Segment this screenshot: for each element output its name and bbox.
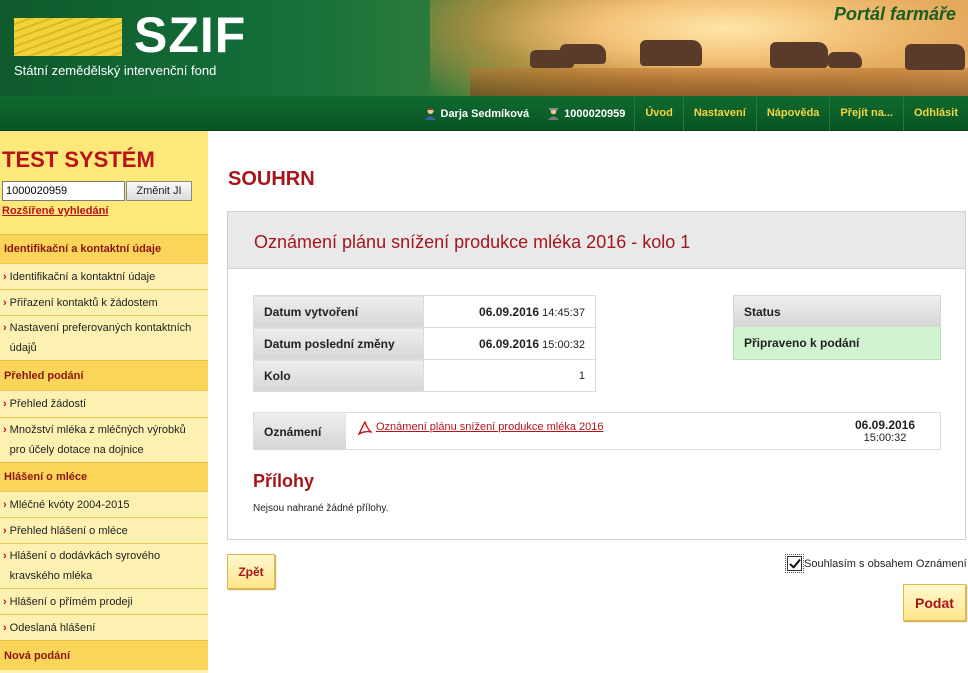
table-row: Datum vytvoření 06.09.2016 14:45:37 [253,295,596,328]
created-label: Datum vytvoření [253,295,424,328]
notice-time: 15:00:32 [863,432,907,444]
site-header: SZIF Státní zemědělský intervenční fond … [0,0,968,96]
page-title: SOUHRN [228,168,315,190]
nav-link-help[interactable]: Nápověda [755,96,830,131]
cow-silhouette [640,40,702,66]
notice-timestamp: 06.09.2016 15:00:32 [830,413,940,449]
chevron-right-icon: › [3,424,7,436]
ji-number: 1000020959 [538,107,634,120]
top-navbar: Darja Sedmíková 1000020959 Úvod Nastaven… [0,96,968,131]
chevron-right-icon: › [3,297,7,309]
sidebar-item-label: Přiřazení kontaktů k žádostem [9,297,158,309]
user-name: Darja Sedmíková [415,107,539,120]
sidebar-item-contacts[interactable]: › Přiřazení kontaktů k žádostem [0,289,208,315]
sidebar-item-label: Identifikační a kontaktní údaje [9,271,156,283]
status-label: Status [733,295,941,327]
sidebar-item-label: Množství mléka z mléčných výrobků pro úč… [9,424,186,456]
agree-checkbox-row[interactable]: Souhlasím s obsahem Oznámení [785,554,967,573]
created-time: 14:45:37 [542,306,585,319]
notice-file-link[interactable]: Oznámení plánu snížení produkce mléka 20… [376,421,603,433]
ji-number-label: 1000020959 [564,107,626,120]
chevron-right-icon: › [3,596,7,608]
round-value: 1 [423,359,596,392]
sidebar-item-label: Nastavení preferovaných kontaktních údaj… [9,322,192,354]
modified-date: 06.09.2016 [479,336,540,351]
nav-link-logout[interactable]: Odhlásit [902,96,968,131]
cow-silhouette [905,44,965,70]
sidebar-item-label: Přehled žádostí [9,398,87,410]
advanced-search-link[interactable]: Rozšířené vyhledání [2,205,208,217]
sidebar-item-label: Odeslaná hlášení [9,622,96,634]
notice-label: Oznámení [254,413,346,449]
sidebar-item-milk-amount[interactable]: › Množství mléka z mléčných výrobků pro ú… [0,417,208,462]
cow-silhouette [828,52,862,68]
sidebar-item-sent-reports[interactable]: › Odeslaná hlášení [0,614,208,640]
nav-link-goto[interactable]: Přejít na... [829,96,903,131]
created-value: 06.09.2016 14:45:37 [423,295,596,328]
sidebar-item-direct-sales[interactable]: › Hlášení o přímém prodeji [0,588,208,614]
sidebar-item-applications[interactable]: › Přehled žádostí [0,390,208,417]
nav-link-settings[interactable]: Nastavení [682,96,756,131]
attachments-title: Přílohy [253,471,315,491]
sidebar-section-submissions[interactable]: Přehled podání [0,360,208,390]
table-row: Datum poslední změny 06.09.2016 15:00:32 [253,327,596,360]
system-title: TEST SYSTÉM [2,147,155,172]
chevron-right-icon: › [3,398,7,410]
table-row: Kolo 1 [253,359,596,392]
sidebar-top: TEST SYSTÉM Změnit JI Rozšířené vyhledán… [0,131,208,234]
sidebar-item-label: Přehled hlášení o mléce [9,525,128,537]
farmer-icon [547,107,560,120]
user-name-label: Darja Sedmíková [440,107,530,120]
sidebar-section-new-submissions[interactable]: Nová podání [0,640,208,670]
header-photo-ground [470,68,968,96]
round-label: Kolo [253,359,424,392]
agree-label[interactable]: Souhlasím s obsahem Oznámení [804,558,967,570]
sidebar-item-label: Hlášení o dodávkách syrového kravského m… [9,550,161,582]
modified-time: 15:00:32 [542,338,585,351]
portal-title: Portál farmáře [833,4,956,24]
submit-button[interactable]: Podat [903,584,966,621]
sidebar-item-preferred-contacts[interactable]: › Nastavení preferovaných kontaktních úda… [0,315,208,360]
pdf-icon [357,420,374,437]
sidebar: TEST SYSTÉM Změnit JI Rozšířené vyhledán… [0,131,208,673]
logo-text: SZIF [134,7,247,63]
chevron-right-icon: › [3,525,7,537]
sidebar-item-raw-milk-deliveries[interactable]: › Hlášení o dodávkách syrového kravského … [0,543,208,588]
sidebar-item-identification[interactable]: › Identifikační a kontaktní údaje [0,263,208,289]
change-ji-button[interactable]: Změnit JI [126,181,192,201]
cow-silhouette [770,42,828,68]
chevron-right-icon: › [3,499,7,511]
chevron-right-icon: › [3,622,7,634]
notice-date: 06.09.2016 [854,418,916,432]
notice-row: Oznámení Oznámení plánu snížení produkce… [253,412,941,450]
panel-title: Oznámení plánu snížení produkce mléka 20… [228,212,965,269]
back-button[interactable]: Zpět [227,554,275,589]
info-table: Datum vytvoření 06.09.2016 14:45:37 Datu… [253,295,596,392]
notice-file: Oznámení plánu snížení produkce mléka 20… [346,413,830,449]
sidebar-section-milk-reports[interactable]: Hlášení o mléce [0,462,208,491]
attachments-empty-text: Nejsou nahrané žádné přílohy. [253,503,389,514]
chevron-right-icon: › [3,322,7,334]
ji-input[interactable] [2,181,125,201]
sidebar-section-identification[interactable]: Identifikační a kontaktní údaje [0,234,208,263]
sidebar-item-milk-reports-overview[interactable]: › Přehled hlášení o mléce [0,517,208,543]
cow-silhouette [560,44,606,64]
sidebar-item-milk-quotas[interactable]: › Mléčné kvóty 2004-2015 [0,491,208,517]
status-box: Status Připraveno k podání [733,295,941,360]
created-date: 06.09.2016 [479,304,540,319]
status-badge: Připraveno k podání [733,327,941,360]
sidebar-item-label: Mléčné kvóty 2004-2015 [9,499,130,511]
chevron-right-icon: › [3,271,7,283]
logo-mark [14,18,122,56]
summary-panel: Oznámení plánu snížení produkce mléka 20… [227,211,966,540]
chevron-right-icon: › [3,550,7,562]
nav-link-home[interactable]: Úvod [634,96,683,131]
modified-value: 06.09.2016 15:00:32 [423,327,596,360]
agree-checkbox[interactable] [785,554,804,573]
sidebar-item-label: Hlášení o přímém prodeji [9,596,133,608]
modified-label: Datum poslední změny [253,327,424,360]
logo-subtitle: Státní zemědělský intervenční fond [14,63,217,78]
user-icon [424,107,437,120]
